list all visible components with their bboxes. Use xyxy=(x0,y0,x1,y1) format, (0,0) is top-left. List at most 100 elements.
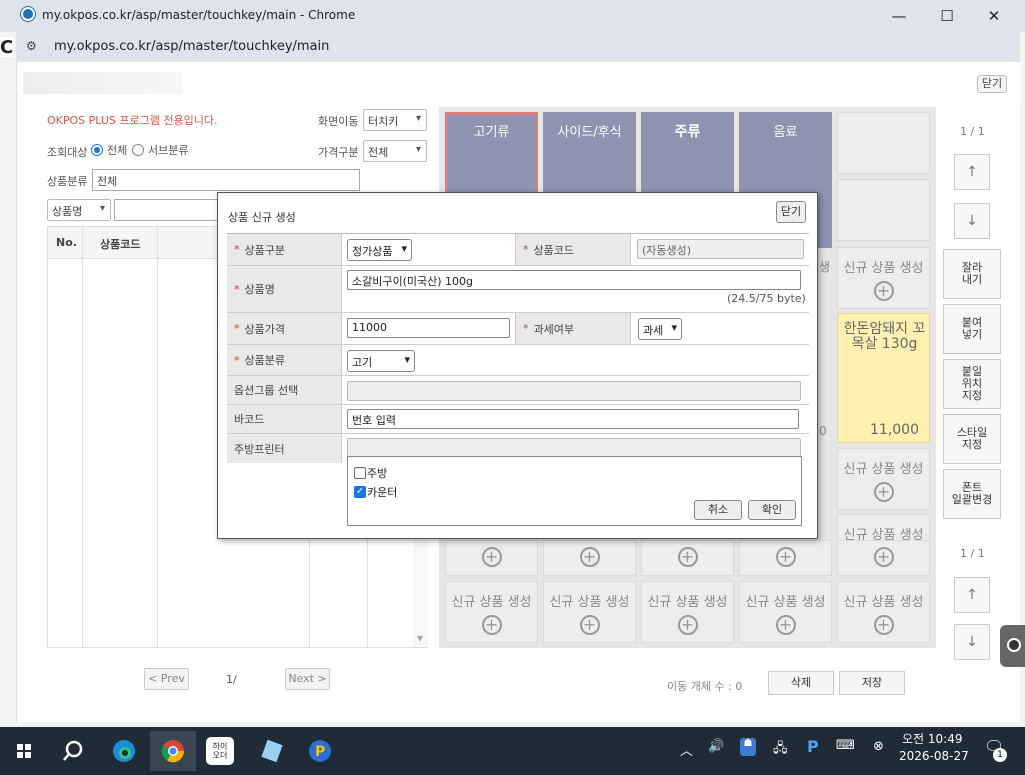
app-tray-icon[interactable]: ☗ xyxy=(740,738,756,756)
checkbox-kitchen[interactable] xyxy=(354,467,366,479)
column-divider xyxy=(157,227,158,647)
keyboard-icon[interactable]: ⌨ xyxy=(836,738,855,753)
side-handle[interactable] xyxy=(1000,625,1025,667)
chevron-up-icon[interactable]: ︿ xyxy=(680,740,693,759)
new-product-key[interactable]: 신규 상품 생성+ xyxy=(641,581,734,643)
save-button[interactable]: 저장 xyxy=(839,671,905,695)
page-indicator: 1/ xyxy=(226,673,237,686)
maximize-button[interactable]: ☐ xyxy=(924,4,970,28)
site-settings-icon[interactable]: ⚙ xyxy=(26,39,42,55)
price-label: * 상품가격 xyxy=(227,313,342,344)
price-type-label: 가격구분 xyxy=(318,146,359,159)
site-favicon-icon xyxy=(21,7,35,21)
plus-icon: + xyxy=(579,615,600,635)
col-code: 상품코드 xyxy=(100,238,141,251)
printer-input[interactable] xyxy=(347,438,801,458)
handle-icon xyxy=(1007,638,1021,652)
new-product-key[interactable]: 신규 상품 생성+ xyxy=(837,581,930,643)
arrow-down-button[interactable]: ↓ xyxy=(954,203,990,239)
new-product-key[interactable]: 신규 상품 생성+ xyxy=(543,581,636,643)
next-button[interactable]: Next > xyxy=(285,668,330,690)
dialog-close-button[interactable]: 닫기 xyxy=(776,201,806,223)
chevron-down-icon: ▾ xyxy=(401,242,407,255)
plus-icon: + xyxy=(677,615,698,635)
page-indicator-top: 1 / 1 xyxy=(960,125,985,138)
type-select[interactable]: 정가상품 ▾ xyxy=(347,239,412,261)
new-product-key[interactable]: + xyxy=(837,540,930,576)
category-select[interactable]: 고기 ▾ xyxy=(347,350,415,372)
paste-position-button[interactable]: 붙일 위치 지정 xyxy=(943,359,1001,409)
new-product-key[interactable]: 신규 상품 생성+ xyxy=(837,448,930,510)
product-key-featured[interactable]: 한돈암돼지 꼬목살 130g 11,000 xyxy=(837,313,930,443)
query-target-label: 조회대상 xyxy=(47,146,88,159)
printer-dropdown: 주방 ✓ 카운터 취소 확인 xyxy=(347,456,802,526)
printer-label: 주방프린터 xyxy=(227,434,342,463)
edge-icon[interactable] xyxy=(108,735,140,767)
font-batch-button[interactable]: 폰트 일괄변경 xyxy=(943,469,1001,519)
new-product-key[interactable]: + xyxy=(739,540,832,576)
ime-icon[interactable]: ⊗ xyxy=(873,739,884,754)
price-type-select[interactable]: 전체 ▾ xyxy=(363,140,427,162)
product-category-input[interactable]: 전체 xyxy=(92,169,360,191)
delete-button[interactable]: 삭제 xyxy=(768,671,834,695)
cancel-button[interactable]: 취소 xyxy=(694,500,742,520)
name-label: * 상품명 xyxy=(227,266,342,312)
notepad-app-icon[interactable] xyxy=(256,735,288,767)
radio-sub-label: 서브분류 xyxy=(148,144,189,157)
window-title: my.okpos.co.kr/asp/master/touchkey/main … xyxy=(42,8,356,22)
chevron-down-icon: ▾ xyxy=(415,144,421,155)
search-field-select[interactable]: 상품명 ▾ xyxy=(47,199,111,221)
page-close-button[interactable]: 닫기 xyxy=(977,75,1007,93)
plus-icon: + xyxy=(873,615,894,635)
prev-button[interactable]: < Prev xyxy=(144,668,189,690)
confirm-button[interactable]: 확인 xyxy=(748,500,796,520)
plus-icon: + xyxy=(873,547,894,567)
screen-move-select[interactable]: 터치키 ▾ xyxy=(363,109,427,131)
tax-select[interactable]: 과세 ▾ xyxy=(638,318,682,340)
option-group-label: 옵션그룹 선택 xyxy=(227,376,342,404)
new-product-key[interactable]: 신규 상품 생성+ xyxy=(445,581,538,643)
scroll-down-icon[interactable]: ▼ xyxy=(417,634,423,643)
p-tray-icon[interactable]: P xyxy=(807,737,819,756)
new-product-key[interactable]: + xyxy=(445,540,538,576)
form-row: * 상품가격 11000 * 과세여부 과세 ▾ xyxy=(227,313,809,345)
volume-icon[interactable]: 🔊 xyxy=(708,739,724,754)
paste-button[interactable]: 붙여 넣기 xyxy=(943,304,1001,354)
option-group-input[interactable] xyxy=(347,381,801,401)
empty-tab-slot[interactable] xyxy=(837,179,930,241)
plus-icon: + xyxy=(873,281,894,301)
category-label: * 상품분류 xyxy=(227,345,342,375)
chrome-icon[interactable] xyxy=(157,735,189,767)
radio-sub[interactable] xyxy=(132,144,144,156)
network-icon[interactable]: 🖧 xyxy=(773,739,788,761)
search-icon[interactable] xyxy=(57,735,89,767)
chevron-down-icon: ▾ xyxy=(415,113,421,124)
checkbox-counter[interactable]: ✓ xyxy=(354,486,366,498)
url-text[interactable]: my.okpos.co.kr/asp/master/touchkey/main xyxy=(54,39,329,54)
radio-all[interactable] xyxy=(91,144,103,156)
minimize-button[interactable]: — xyxy=(876,4,922,28)
clock-date[interactable]: 2026-08-27 xyxy=(899,749,969,763)
windows-start-icon[interactable] xyxy=(8,735,40,767)
arrow-up-button[interactable]: ↑ xyxy=(954,577,990,613)
barcode-input[interactable]: 번호 입력 xyxy=(347,409,799,429)
cut-button[interactable]: 잘라 내기 xyxy=(943,249,1001,299)
style-button[interactable]: 스타일 지정 xyxy=(943,414,1001,464)
okpos-app-icon[interactable]: P xyxy=(304,735,336,767)
tax-label: * 과세여부 xyxy=(515,313,631,344)
clock-time[interactable]: 오전 10:49 xyxy=(902,730,962,747)
arrow-up-button[interactable]: ↑ xyxy=(954,154,990,190)
new-product-key[interactable]: 신규 상품 생성+ xyxy=(739,581,832,643)
plus-icon: + xyxy=(775,615,796,635)
new-product-key[interactable]: 신규 상품 생성+ xyxy=(837,247,930,309)
empty-tab-slot[interactable] xyxy=(837,112,930,174)
name-input[interactable]: 소갈비구이(미국산) 100g xyxy=(347,270,801,290)
plus-icon: + xyxy=(775,547,796,567)
search-input[interactable] xyxy=(114,199,219,221)
new-product-key[interactable]: + xyxy=(543,540,636,576)
new-product-key[interactable]: + xyxy=(641,540,734,576)
arrow-down-button[interactable]: ↓ xyxy=(954,624,990,660)
close-window-button[interactable]: ✕ xyxy=(971,4,1017,28)
price-input[interactable]: 11000 xyxy=(347,318,510,338)
hi-order-app-icon[interactable]: 하이 오더 xyxy=(206,737,234,765)
